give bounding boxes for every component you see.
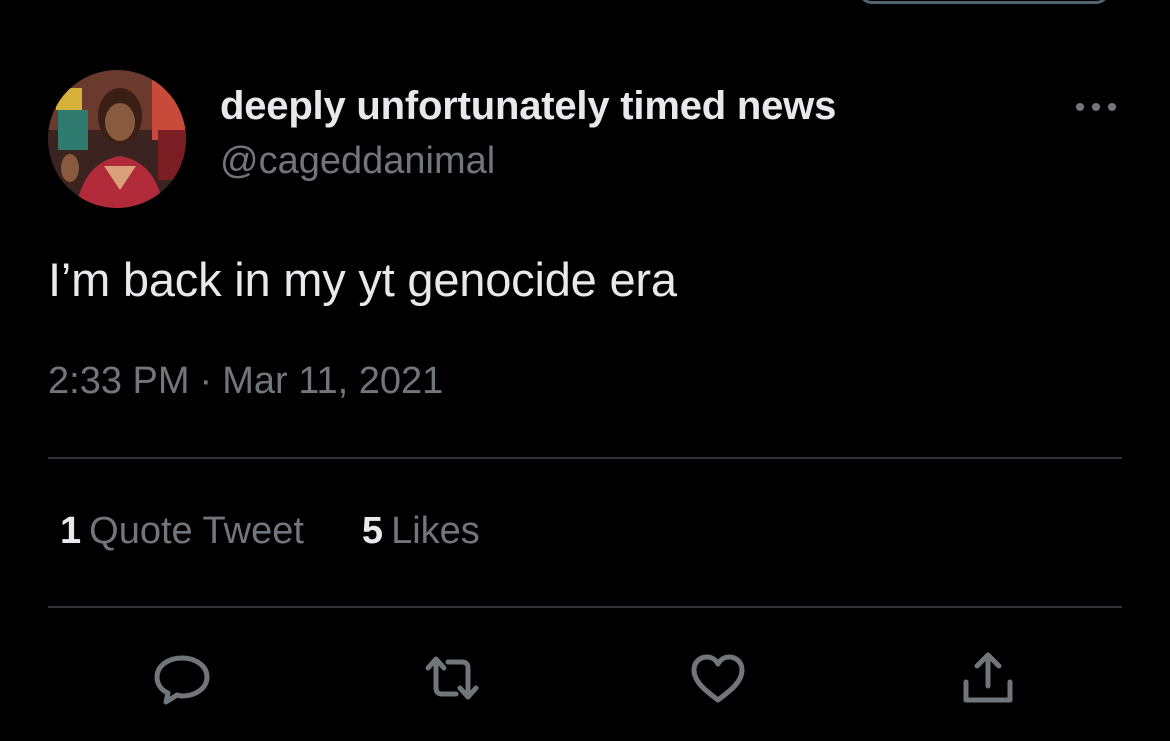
- likes-label: Likes: [391, 510, 480, 552]
- engagement-stats: 1 Quote Tweet 5 Likes: [60, 510, 480, 553]
- tweet-date: Mar 11, 2021: [222, 360, 444, 402]
- tweet-text: I’m back in my yt genocide era: [48, 253, 677, 306]
- author-display-name[interactable]: deeply unfortunately timed news: [220, 84, 836, 129]
- more-options-icon[interactable]: [1072, 90, 1120, 124]
- retweet-icon[interactable]: [422, 650, 482, 706]
- divider: [48, 457, 1122, 459]
- timestamp-separator: ·: [199, 360, 213, 402]
- likes-stat[interactable]: 5 Likes: [362, 510, 480, 553]
- reply-icon[interactable]: [152, 650, 212, 706]
- author-handle[interactable]: @cageddanimal: [220, 140, 495, 183]
- tweet-timestamp[interactable]: 2:33 PM · Mar 11, 2021: [48, 360, 443, 403]
- top-button-edge[interactable]: [858, 0, 1110, 4]
- like-icon[interactable]: [688, 650, 748, 706]
- share-icon[interactable]: [958, 650, 1018, 706]
- quote-tweets-count: 1: [60, 510, 82, 552]
- quote-tweets-stat[interactable]: 1 Quote Tweet: [60, 510, 304, 553]
- tweet-time: 2:33 PM: [48, 360, 190, 402]
- quote-tweets-label: Quote Tweet: [89, 510, 304, 552]
- profile-photo-icon: [48, 70, 186, 208]
- divider: [48, 606, 1122, 608]
- avatar[interactable]: [48, 70, 186, 208]
- likes-count: 5: [361, 510, 384, 552]
